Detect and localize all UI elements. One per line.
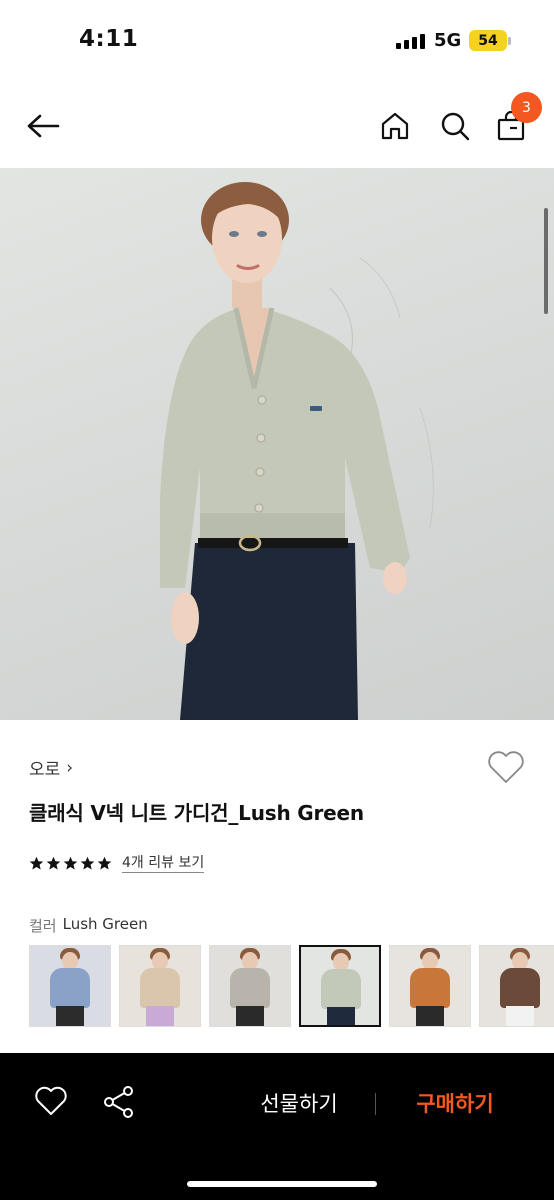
- brand-name: 오로: [29, 760, 61, 780]
- battery-tip: [508, 37, 511, 45]
- back-button[interactable]: [18, 104, 68, 148]
- swatch-beige[interactable]: [119, 945, 201, 1027]
- star-icon: [80, 856, 95, 870]
- swatch-blue[interactable]: [29, 945, 111, 1027]
- product-title: 클래식 V넥 니트 가디건_Lush Green: [29, 801, 364, 825]
- star-icon: [46, 856, 61, 870]
- signal-icon: [396, 33, 425, 49]
- color-swatches: [29, 945, 554, 1027]
- status-time: 4:11: [79, 26, 139, 52]
- arrow-left-icon: [27, 114, 60, 138]
- chevron-right-icon: ›: [66, 757, 74, 778]
- network-label: 5G: [434, 30, 462, 51]
- search-button[interactable]: [432, 104, 478, 148]
- swatch-lush-green[interactable]: [299, 945, 381, 1027]
- star-icon: [29, 856, 44, 870]
- buy-button[interactable]: 구매하기: [396, 1083, 514, 1123]
- share-button[interactable]: [100, 1083, 138, 1121]
- brand-link[interactable]: 오로 ›: [29, 755, 74, 781]
- home-icon: [381, 112, 409, 140]
- cart-badge: 3: [511, 92, 542, 123]
- image-scroll-indicator: [544, 208, 548, 314]
- home-button[interactable]: [372, 104, 418, 148]
- heart-icon: [35, 1086, 67, 1115]
- search-icon: [441, 112, 470, 141]
- share-icon: [104, 1086, 133, 1118]
- product-image[interactable]: [0, 168, 554, 720]
- header: [0, 84, 554, 168]
- product-photo: [160, 182, 434, 720]
- battery-icon: 54: [469, 30, 507, 51]
- color-row: 컬러 Lush Green: [29, 915, 148, 936]
- wishlist-button[interactable]: [486, 748, 526, 786]
- color-value: Lush Green: [62, 915, 148, 933]
- bottom-action-bar: 선물하기 구매하기: [0, 1053, 554, 1200]
- swatch-brown[interactable]: [479, 945, 554, 1027]
- review-link[interactable]: 4개 리뷰 보기: [122, 854, 205, 873]
- swatch-gray[interactable]: [209, 945, 291, 1027]
- heart-outline-icon: [488, 751, 524, 783]
- status-bar: 4:11 5G 54: [0, 0, 554, 84]
- star-icon: [97, 856, 112, 870]
- home-indicator: [187, 1181, 377, 1187]
- color-label: 컬러: [29, 917, 57, 935]
- gift-button[interactable]: 선물하기: [240, 1083, 358, 1123]
- divider: [375, 1093, 376, 1115]
- swatch-orange[interactable]: [389, 945, 471, 1027]
- star-icon: [63, 856, 78, 870]
- star-rating: [29, 856, 112, 871]
- like-button[interactable]: [32, 1083, 70, 1121]
- rating: 4개 리뷰 보기: [29, 854, 205, 873]
